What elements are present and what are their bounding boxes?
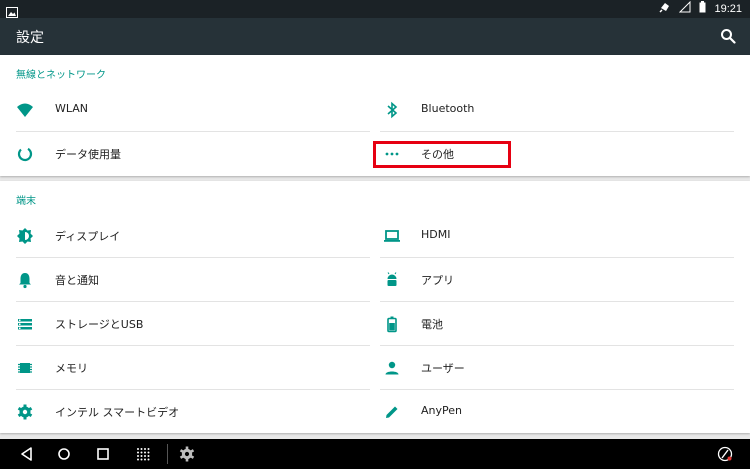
navbar-divider [167, 444, 168, 464]
back-icon[interactable] [18, 446, 36, 462]
battery-icon [383, 315, 401, 333]
app-bar: 設定 [0, 18, 750, 55]
pen-menu-icon[interactable] [716, 446, 734, 462]
settings-item-sound[interactable]: 音と通知 [0, 258, 370, 302]
wifi-icon [16, 101, 34, 119]
person-icon [383, 359, 401, 377]
settings-item-label: データ使用量 [55, 148, 121, 161]
vpn-key-icon [659, 1, 671, 16]
section-header-wireless: 無線とネットワーク [16, 70, 106, 81]
settings-item-label: 音と通知 [55, 274, 99, 287]
status-bar: 19:21 [0, 0, 750, 18]
settings-item-label: ディスプレイ [55, 230, 121, 243]
battery-status-icon [699, 1, 706, 16]
settings-item-label: AnyPen [421, 404, 462, 417]
settings-item-label: 電池 [421, 318, 443, 331]
settings-item-label: その他 [421, 148, 454, 161]
settings-item-memory[interactable]: メモリ [0, 346, 370, 390]
settings-item-intel-smart-video[interactable]: インテル スマートビデオ [0, 390, 370, 434]
laptop-icon [383, 227, 401, 245]
brightness-icon [16, 227, 34, 245]
settings-item-label: HDMI [421, 228, 451, 241]
page-title: 設定 [16, 30, 44, 46]
settings-item-label: インテル スマートビデオ [55, 406, 180, 419]
clock: 19:21 [714, 2, 742, 15]
settings-item-label: メモリ [55, 362, 88, 375]
signal-icon [679, 0, 691, 16]
settings-item-label: WLAN [55, 102, 89, 115]
settings-item-hdmi[interactable]: HDMI [380, 214, 750, 258]
android-icon [383, 271, 401, 289]
app-drawer-icon[interactable] [134, 446, 152, 462]
recent-apps-icon[interactable] [94, 446, 112, 462]
settings-item-label: ユーザー [421, 362, 465, 375]
data-usage-icon [16, 145, 34, 163]
settings-item-battery[interactable]: 電池 [380, 302, 750, 346]
settings-item-label: アプリ [421, 274, 454, 287]
bell-icon [16, 271, 34, 289]
device-card: 端末 ディスプレイ HDMI 音と通知 アプリ ストレージとUSB 電池 メモリ… [0, 181, 750, 433]
settings-item-label: ストレージとUSB [55, 318, 144, 331]
settings-item-data-usage[interactable]: データ使用量 [0, 132, 370, 176]
storage-icon [16, 315, 34, 333]
settings-item-label: Bluetooth [421, 102, 475, 115]
settings-item-display[interactable]: ディスプレイ [0, 214, 370, 258]
settings-item-storage[interactable]: ストレージとUSB [0, 302, 370, 346]
bluetooth-icon [383, 101, 401, 119]
memory-icon [16, 359, 34, 377]
more-icon [383, 145, 401, 163]
home-icon[interactable] [55, 446, 73, 462]
section-header-device: 端末 [16, 196, 36, 207]
settings-item-apps[interactable]: アプリ [380, 258, 750, 302]
pen-icon [383, 403, 401, 421]
settings-item-more[interactable]: その他 [380, 132, 750, 176]
settings-item-wlan[interactable]: WLAN [0, 88, 370, 132]
settings-item-users[interactable]: ユーザー [380, 346, 750, 390]
settings-app-icon[interactable] [178, 446, 196, 462]
settings-item-anypen[interactable]: AnyPen [380, 390, 750, 434]
settings-item-bluetooth[interactable]: Bluetooth [380, 88, 750, 132]
navigation-bar [0, 439, 750, 469]
wireless-networks-card: 無線とネットワーク WLAN Bluetooth データ使用量 その他 [0, 55, 750, 176]
search-icon[interactable] [720, 28, 736, 44]
gear-icon [16, 403, 34, 421]
